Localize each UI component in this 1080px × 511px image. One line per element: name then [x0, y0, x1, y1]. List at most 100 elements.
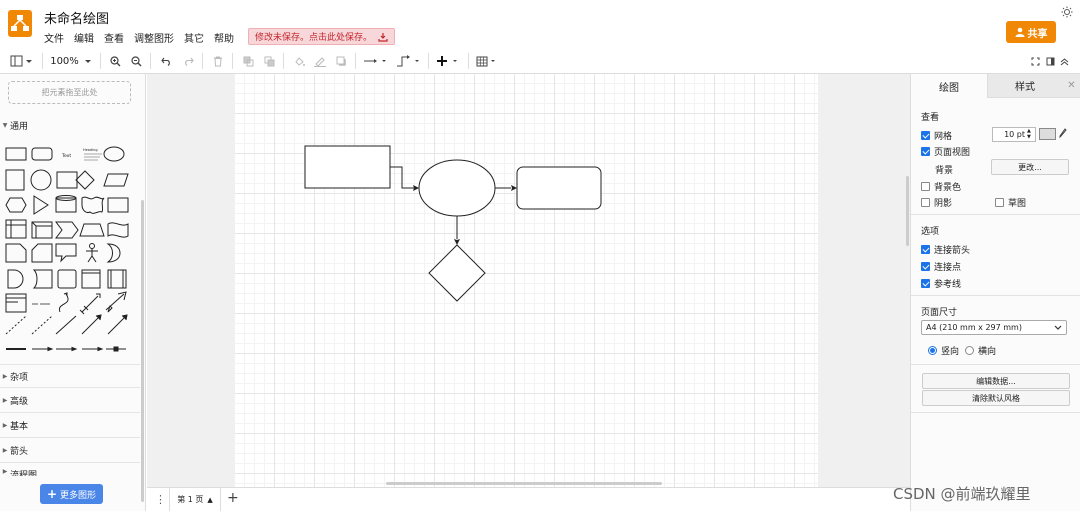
portrait-radio[interactable]: 竖向 — [928, 344, 959, 357]
grid-color-swatch[interactable] — [1039, 128, 1056, 140]
delete-icon[interactable] — [210, 52, 226, 70]
canvas-horizontal-scrollbar[interactable] — [386, 482, 662, 485]
menu-help[interactable]: 帮助 — [214, 30, 234, 45]
fullscreen-icon[interactable] — [1029, 52, 1041, 70]
redo-icon[interactable] — [180, 52, 196, 70]
share-button[interactable]: 共享 — [1006, 21, 1056, 43]
ellipse-shape[interactable] — [418, 159, 496, 217]
scratchpad-drop-zone[interactable]: 把元素拖至此处 — [8, 81, 131, 104]
menu-extras[interactable]: 其它 — [184, 30, 204, 45]
menu-edit[interactable]: 编辑 — [74, 30, 94, 45]
page-tab-1[interactable]: 第 1 页 ▲ — [169, 488, 221, 511]
section-misc[interactable]: ▶ 杂项 — [0, 369, 140, 383]
toolbar-divider — [428, 53, 429, 69]
section-divider — [0, 437, 140, 438]
theme-toggle-icon[interactable] — [1061, 6, 1073, 21]
sketch-checkbox[interactable]: 草图 — [995, 196, 1026, 209]
page-tabs-bar: ⋮ 第 1 页 ▲ + — [147, 487, 910, 511]
edit-data-button[interactable]: 编辑数据... — [922, 373, 1070, 389]
section-general[interactable]: ▼ 通用 — [0, 118, 140, 132]
connection-points-checkbox[interactable]: 连接点 — [921, 260, 961, 273]
more-shapes-label: 更多图形 — [60, 490, 97, 501]
page-view-checkbox[interactable]: 页面视图 — [921, 145, 970, 158]
rectangle-shape[interactable] — [304, 145, 391, 189]
page-size-select[interactable]: A4 (210 mm x 297 mm) — [921, 320, 1067, 335]
section-advanced[interactable]: ▶ 高级 — [0, 393, 140, 407]
diagram-title[interactable]: 未命名绘图 — [44, 8, 109, 27]
insert-plus-icon[interactable] — [436, 52, 462, 70]
landscape-label: 横向 — [978, 347, 997, 357]
format-panel-tabs: 绘图 样式 ✕ — [911, 74, 1080, 98]
waypoints-icon[interactable] — [396, 52, 422, 70]
zoom-in-icon[interactable] — [107, 52, 123, 70]
collapsed-arrow-icon: ▶ — [2, 468, 8, 475]
menu-view[interactable]: 查看 — [104, 30, 124, 45]
zoom-dropdown[interactable]: 100% — [48, 52, 94, 70]
section-divider — [0, 387, 140, 388]
connector-rect-ellipse[interactable] — [390, 166, 415, 189]
expanded-arrow-icon: ▼ — [2, 121, 8, 129]
page-size-heading: 页面尺寸 — [921, 308, 958, 318]
panel-divider — [911, 412, 1080, 413]
more-shapes-button[interactable]: + 更多图形 — [40, 484, 103, 504]
eyedropper-icon[interactable] — [1059, 128, 1067, 138]
shadow-icon[interactable] — [333, 52, 349, 70]
rounded-rectangle-shape[interactable] — [516, 166, 602, 210]
toolbar-divider — [42, 53, 43, 69]
plus-icon: + — [46, 487, 58, 501]
chevron-down-icon — [1054, 325, 1062, 330]
guides-checkbox[interactable]: 参考线 — [921, 277, 961, 290]
connection-arrows-checkbox[interactable]: 连接箭头 — [921, 243, 970, 256]
drawio-logo-icon[interactable] — [8, 10, 32, 37]
diamond-shape[interactable] — [428, 244, 486, 302]
undo-icon[interactable] — [158, 52, 174, 70]
sketch-label: 草图 — [1008, 199, 1027, 209]
menu-arrange[interactable]: 调整图形 — [134, 30, 174, 45]
clear-default-style-button[interactable]: 清除默认风格 — [922, 390, 1070, 406]
shadow-checkbox[interactable]: 阴影 — [921, 196, 952, 209]
portrait-label: 竖向 — [941, 347, 960, 357]
arrowhead — [454, 239, 460, 245]
section-arrows[interactable]: ▶ 箭头 — [0, 443, 140, 457]
pages-menu-icon[interactable]: ⋮ — [155, 494, 166, 505]
general-shapes-palette[interactable]: Text Heading — [4, 140, 136, 360]
change-background-button[interactable]: 更改... — [991, 159, 1069, 175]
grid-size-stepper-icon[interactable]: ▲ ▼ — [1027, 128, 1031, 140]
panel-toggle-icon[interactable] — [1044, 52, 1056, 70]
background-color-checkbox[interactable]: 背景色 — [921, 180, 961, 193]
grid-checkbox[interactable]: 网格 — [921, 129, 952, 142]
shapes-sidebar: 把元素拖至此处 ▼ 通用 Text Heading ▶ 杂项 ▶ 高级 ▶ 基本… — [0, 74, 146, 511]
landscape-radio[interactable]: 横向 — [965, 344, 996, 357]
collapsed-arrow-icon: ▶ — [2, 421, 8, 429]
section-divider — [0, 462, 140, 463]
connection-style-icon[interactable] — [363, 52, 389, 70]
toolbar-divider — [150, 53, 151, 69]
section-advanced-label: 高级 — [10, 396, 29, 407]
section-flowchart[interactable]: ▶ 流程图 — [0, 468, 140, 476]
zoom-out-icon[interactable] — [128, 52, 144, 70]
close-panel-icon[interactable]: ✕ — [1062, 74, 1080, 98]
fill-color-icon[interactable] — [291, 52, 307, 70]
share-label: 共享 — [1027, 28, 1048, 40]
unsaved-changes-button[interactable]: 修改未保存。点击此处保存。 — [248, 28, 396, 45]
to-front-icon[interactable] — [240, 52, 256, 70]
radio-selected-icon — [928, 346, 937, 355]
diagram-page[interactable] — [235, 74, 818, 487]
section-general-label: 通用 — [10, 121, 29, 132]
panel-divider — [911, 214, 1080, 215]
tab-style[interactable]: 样式 — [987, 74, 1062, 98]
collapse-icon[interactable] — [1058, 52, 1070, 70]
tab-diagram[interactable]: 绘图 — [911, 74, 987, 98]
section-divider — [0, 364, 140, 365]
canvas-vertical-scrollbar[interactable] — [906, 176, 909, 246]
add-page-icon[interactable]: + — [227, 490, 239, 506]
menu-file[interactable]: 文件 — [44, 30, 64, 45]
table-icon[interactable] — [476, 52, 500, 70]
toolbar-divider — [232, 53, 233, 69]
to-back-icon[interactable] — [261, 52, 277, 70]
diagram-canvas[interactable] — [147, 74, 910, 487]
section-basic[interactable]: ▶ 基本 — [0, 418, 140, 432]
line-color-icon[interactable] — [312, 52, 328, 70]
sidebar-scrollbar[interactable] — [141, 200, 144, 502]
format-panel-toggle-icon[interactable] — [8, 52, 36, 70]
